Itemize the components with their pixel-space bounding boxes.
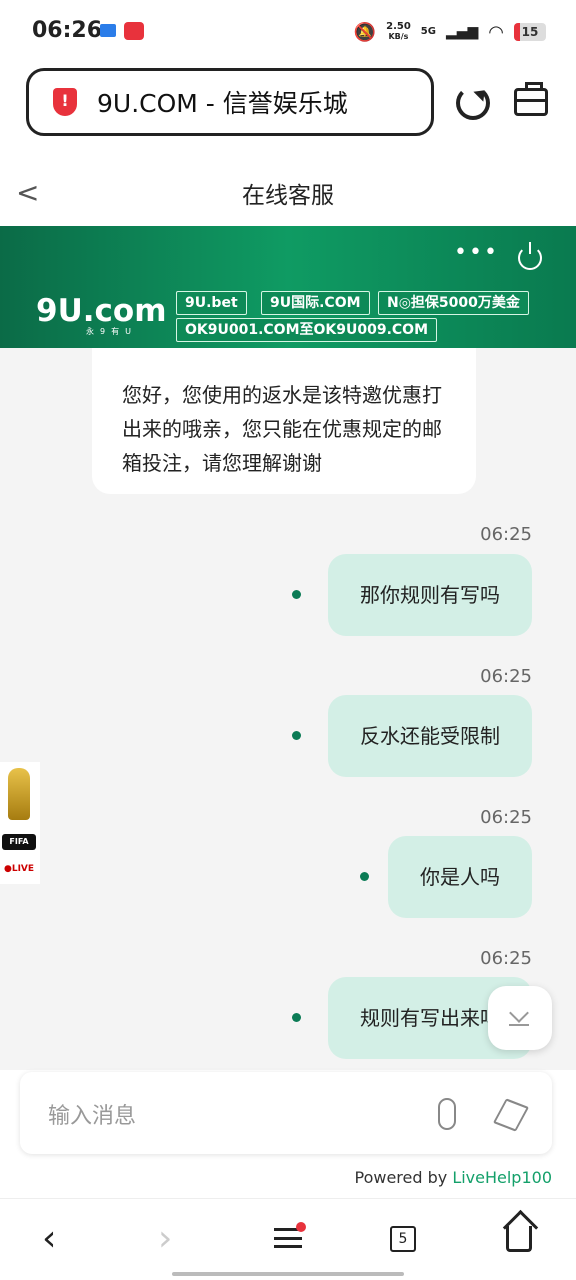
banner-tag: 9U.bet [176, 291, 247, 315]
live-label: ●LIVE [4, 864, 35, 874]
address-bar[interactable]: ! 9U.COM - 信誉娱乐城 [26, 68, 434, 136]
livehelp-link[interactable]: LiveHelp100 [452, 1168, 552, 1187]
home-indicator[interactable] [172, 1272, 404, 1276]
forward-icon[interactable]: › [158, 1218, 172, 1259]
back-icon[interactable]: ‹ [42, 1218, 56, 1259]
message-timestamp: 06:25 [480, 807, 532, 828]
tabs-button[interactable]: 5 [390, 1226, 416, 1252]
power-icon[interactable] [518, 242, 542, 270]
reload-icon[interactable] [456, 86, 490, 120]
signal-icon: ▂▄▆ [445, 24, 479, 40]
brand-logo-sub: 永9有U [86, 327, 137, 336]
notification-app-icon [100, 24, 116, 37]
scroll-to-bottom-button[interactable] [488, 986, 552, 1050]
wifi-icon: ◠ [488, 21, 504, 43]
outgoing-message: 反水还能受限制 [328, 695, 532, 777]
trophy-icon [8, 768, 30, 820]
brand-logo: 9U.com [36, 293, 167, 329]
message-input-placeholder[interactable]: 输入消息 [48, 1098, 136, 1130]
read-status-dot [292, 590, 301, 599]
toolbox-icon[interactable] [514, 82, 548, 116]
notification-dot [296, 1222, 306, 1232]
page-title: 在线客服 [242, 183, 334, 209]
battery-icon: 15 [514, 23, 546, 41]
read-status-dot [360, 872, 369, 881]
mute-icon: 🔕 [353, 21, 377, 43]
banner-tag: N◎担保5000万美金 [378, 291, 529, 315]
chat-thread[interactable]: 您好，您使用的返水是该特邀优惠打出来的哦亲，您只能在优惠规定的邮箱投注，请您理解… [0, 348, 576, 1070]
fifa-badge: FIFA [2, 834, 36, 850]
attachment-icon[interactable] [438, 1098, 456, 1130]
read-status-dot [292, 1013, 301, 1022]
security-warning-icon[interactable]: ! [53, 88, 77, 116]
notification-app-icon-red [124, 22, 144, 40]
outgoing-message: 你是人吗 [388, 836, 532, 918]
message-timestamp: 06:25 [480, 948, 532, 969]
message-timestamp: 06:25 [480, 666, 532, 687]
status-bar: 06:26 🔕 2.50 KB/s 5G ▂▄▆ ◠ 15 [0, 0, 576, 62]
clock: 06:26 [32, 18, 103, 43]
read-status-dot [292, 731, 301, 740]
net-speed: 2.50 KB/s [386, 21, 411, 42]
banner-tag: OK9U001.COM至OK9U009.COM [176, 318, 438, 342]
incoming-message: 您好，您使用的返水是该特邀优惠打出来的哦亲，您只能在优惠规定的邮箱投注，请您理解… [92, 348, 476, 494]
home-icon[interactable] [506, 1226, 532, 1252]
more-options-icon[interactable]: ••• [454, 240, 499, 265]
outgoing-message: 那你规则有写吗 [328, 554, 532, 636]
status-icons: 🔕 2.50 KB/s 5G ▂▄▆ ◠ 15 [354, 20, 546, 44]
url-title[interactable]: 9U.COM - 信誉娱乐城 [97, 84, 348, 120]
network-type: 5G [420, 26, 436, 37]
message-timestamp: 06:25 [480, 524, 532, 545]
banner-tag: 9U国际.COM [261, 291, 370, 315]
powered-by: Powered by LiveHelp100 [354, 1168, 552, 1187]
